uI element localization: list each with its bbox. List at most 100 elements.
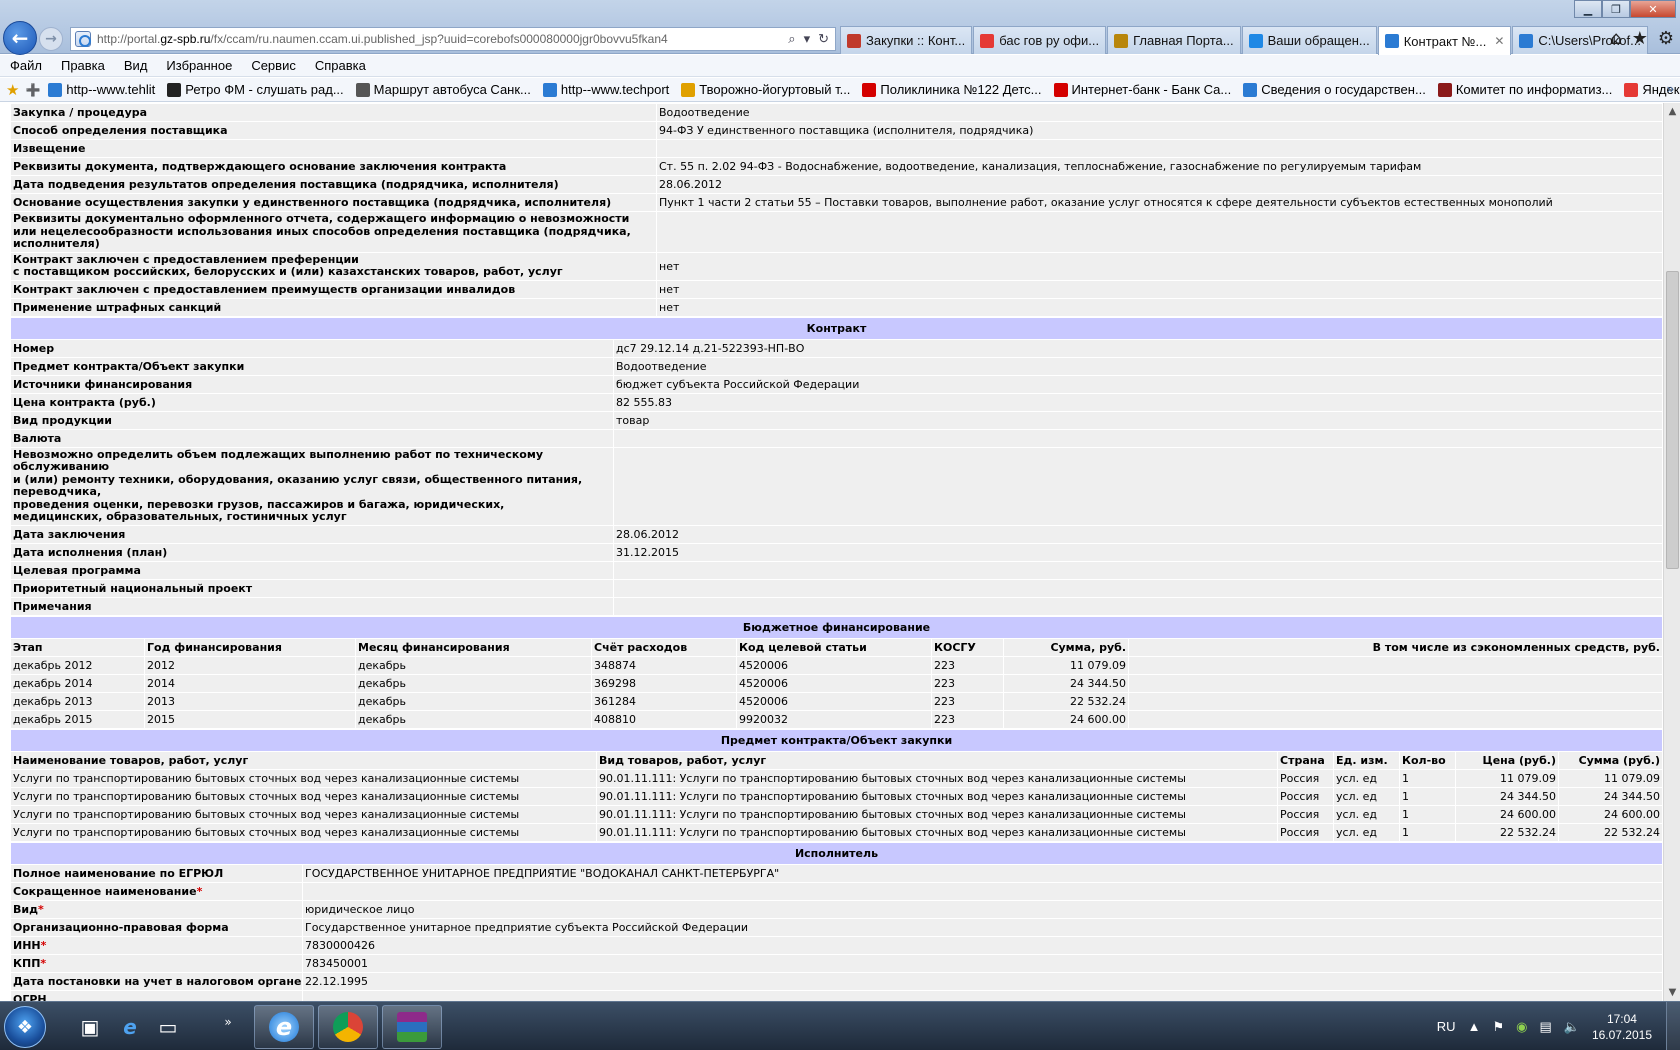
restore-button[interactable]: ❐ (1602, 0, 1630, 18)
quicklaunch-more-icon[interactable]: » (214, 1008, 242, 1036)
field-label: Извещение (10, 139, 657, 158)
menu-item[interactable]: Файл (10, 58, 42, 73)
table-cell: 223 (931, 673, 1004, 693)
column-header: Кол-во (1399, 750, 1456, 770)
tab-close-icon[interactable]: ✕ (1494, 34, 1504, 48)
field-label: Сокращенное наименование* (10, 881, 303, 901)
antivirus-icon[interactable]: ◉ (1516, 1019, 1527, 1035)
favorite-favicon-icon (167, 82, 182, 97)
table-cell: 90.01.11.111: Услуги по транспортировани… (596, 786, 1278, 806)
tools-gear-icon[interactable]: ⚙ (1658, 28, 1674, 49)
favorite-link[interactable]: http--www.techport (542, 82, 669, 97)
forward-button[interactable]: → (39, 27, 63, 51)
menu-item[interactable]: Избранное (166, 58, 232, 73)
taskbar-winrar-app[interactable] (382, 1005, 442, 1049)
desktop-icon[interactable]: ▭ (154, 1013, 182, 1041)
table-cell: Услуги по транспортированию бытовых сточ… (10, 822, 597, 842)
field-label: ИНН* (10, 935, 303, 955)
menu-bar: Файл Правка Вид Избранное Сервис Справка (0, 55, 1680, 77)
table-cell: 22 532.24 (1558, 822, 1663, 842)
favorites-list: http--www.tehlit Ретро ФМ - слушать рад..… (48, 82, 1680, 97)
tab-favicon-icon (1114, 33, 1129, 48)
table-cell: декабрь 2012 (10, 655, 145, 675)
table-cell: 348874 (591, 655, 737, 675)
table-cell: Россия (1277, 822, 1334, 842)
browser-tab[interactable]: Закупки :: Конт... (840, 26, 973, 54)
favorite-link[interactable]: Творожно-йогуртовый т... (681, 82, 850, 97)
add-favorite-icon[interactable]: ➕ (25, 83, 40, 97)
url-prefix: http://portal. (97, 32, 161, 46)
field-label: Предмет контракта/Объект закупки (10, 356, 614, 376)
volume-icon[interactable]: 🔈 (1564, 1019, 1580, 1035)
dropdown-icon[interactable]: ▾ (804, 31, 811, 47)
browser-tab[interactable]: Главная Порта... (1107, 26, 1241, 54)
task-manager-icon[interactable]: ▣ (76, 1013, 104, 1041)
clock-time: 17:04 (1606, 1011, 1637, 1026)
field-value: 7830000426 (302, 935, 1663, 955)
favorite-link[interactable]: Поликлиника №122 Детс... (862, 82, 1042, 97)
table-cell: Услуги по транспортированию бытовых сточ… (10, 786, 597, 806)
favorite-link[interactable]: Маршрут автобуса Санк... (355, 82, 531, 97)
column-header: Месяц финансирования (355, 637, 592, 657)
field-label-text: Дата исполнения (план) (13, 545, 168, 559)
minimize-button[interactable]: ▁ (1574, 0, 1602, 18)
browser-tab[interactable]: Ваши обращен... (1241, 26, 1377, 54)
refresh-icon[interactable]: ↻ (818, 31, 829, 47)
field-value: 22.12.1995 (302, 971, 1663, 991)
column-header: Год финансирования (144, 637, 356, 657)
favorite-favicon-icon (48, 82, 63, 97)
favorite-link[interactable]: Ретро ФМ - слушать рад... (167, 82, 344, 97)
close-window-button[interactable]: ✕ (1630, 0, 1676, 18)
field-value: нет (656, 279, 1663, 299)
favorite-link[interactable]: Интернет-банк - Банк Са... (1053, 82, 1231, 97)
field-label-text: Целевая программа (13, 563, 141, 577)
field-value (613, 428, 1663, 448)
language-indicator[interactable]: RU (1437, 1019, 1456, 1034)
menu-item[interactable]: Сервис (251, 58, 296, 73)
action-center-flag-icon[interactable]: ⚑ (1492, 1019, 1504, 1035)
favorite-label: http--www.tehlit (66, 82, 156, 97)
favorites-bar: ★ ➕ http--www.tehlit Ретро ФМ - слушать р… (0, 78, 1680, 102)
search-icon[interactable]: ⌕ (788, 31, 795, 47)
table-row: декабрь 2012 2012 декабрь 348874 4520006 223 1… (10, 655, 1663, 675)
address-bar[interactable]: http://portal. gz-spb.ru/fx/ccam/ru.naume… (70, 27, 836, 51)
favorite-link[interactable]: Сведения о государствен... (1243, 82, 1426, 97)
clock[interactable]: 17:04 16.07.2015 (1592, 1011, 1652, 1043)
menu-item[interactable]: Справка (315, 58, 366, 73)
tray-expand-icon[interactable]: ▲ (1468, 1019, 1481, 1034)
vertical-scrollbar[interactable]: ▲ ▼ (1663, 103, 1680, 1001)
browser-tab[interactable]: Контракт №... ✕ (1377, 26, 1512, 55)
ie-quicklaunch-icon[interactable]: e (116, 1013, 144, 1041)
menu-item[interactable]: Вид (124, 58, 148, 73)
table-cell: усл. ед (1333, 804, 1400, 824)
taskbar-ie-app[interactable]: e (254, 1005, 314, 1049)
favorite-link[interactable]: http--www.tehlit (48, 82, 155, 97)
taskbar-chrome-app[interactable] (318, 1005, 378, 1049)
favorites-star-icon[interactable]: ★ (1632, 28, 1648, 49)
start-button[interactable]: ❖ (4, 1006, 46, 1048)
field-label: Дата постановки на учет в налоговом орга… (10, 971, 303, 991)
table-cell: 24 600.00 (1558, 804, 1663, 824)
chevron-more-icon[interactable]: » (1667, 81, 1674, 96)
field-label: Контракт заключен с предоставлением преи… (10, 279, 657, 299)
favorites-star-icon[interactable]: ★ (6, 81, 19, 99)
field-row: Дата подведения результатов определения … (10, 175, 1663, 194)
field-label-text: Организационно-правовая форма (13, 920, 229, 934)
field-label-text: Вид (13, 902, 38, 916)
network-icon[interactable]: ▤ (1539, 1019, 1551, 1035)
back-button[interactable]: ← (3, 21, 37, 55)
column-header: Счёт расходов (591, 637, 737, 657)
show-desktop-button[interactable] (1666, 1002, 1680, 1050)
scroll-up-arrow-icon[interactable]: ▲ (1664, 103, 1680, 120)
field-value (613, 578, 1663, 598)
browser-tab[interactable]: бас гов ру офи... (973, 26, 1107, 54)
table-cell: 9920032 (736, 709, 932, 729)
table-cell: Россия (1277, 804, 1334, 824)
scrollbar-thumb[interactable] (1666, 271, 1679, 569)
favorite-label: Сведения о государствен... (1261, 82, 1426, 97)
menu-item[interactable]: Правка (61, 58, 105, 73)
favorite-link[interactable]: Комитет по информатиз... (1437, 82, 1612, 97)
scroll-down-arrow-icon[interactable]: ▼ (1664, 984, 1680, 1001)
home-icon[interactable]: ⌂ (1610, 28, 1621, 49)
favorite-label: Творожно-йогуртовый т... (699, 82, 851, 97)
